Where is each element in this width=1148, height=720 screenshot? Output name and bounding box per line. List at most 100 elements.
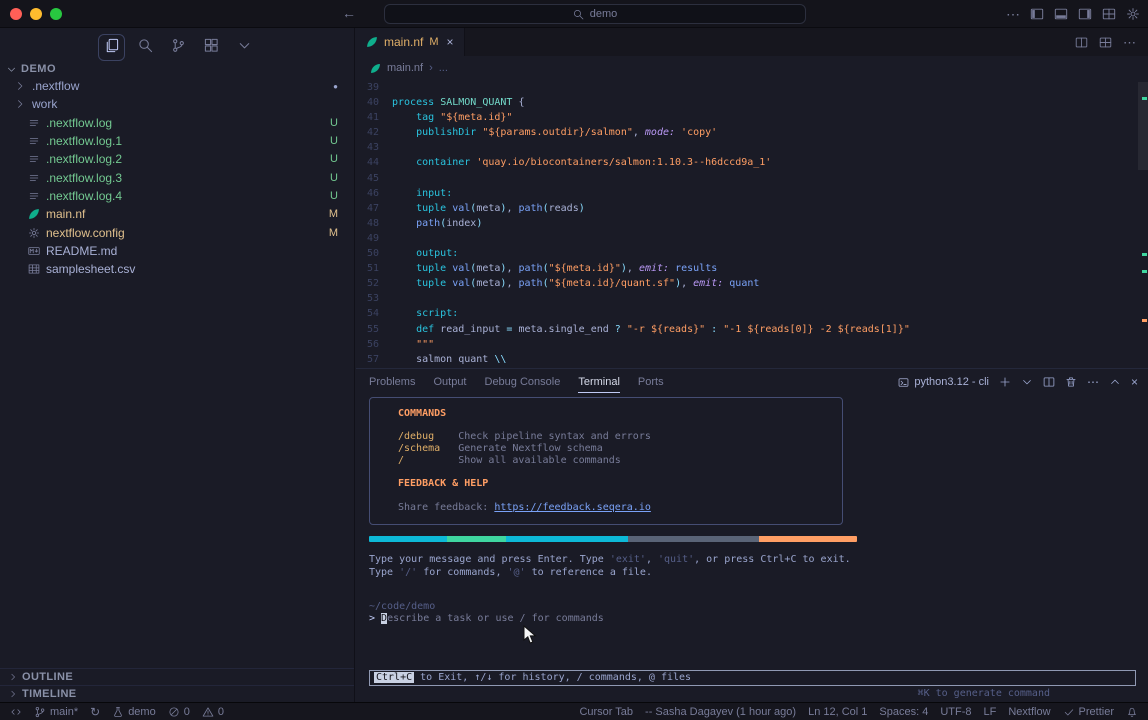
status-sync[interactable]: ↻ <box>90 706 100 718</box>
terminal-content[interactable]: COMMANDS /debug Check pipeline syntax an… <box>356 397 1148 699</box>
activity-source-control-button[interactable] <box>166 35 191 60</box>
code-editor[interactable]: 39 40process SALMON_QUANT {41 tag "${met… <box>356 80 1148 368</box>
status-remote[interactable] <box>10 706 22 718</box>
code-text: input: <box>392 186 452 201</box>
toggle-secondary-sidebar-icon[interactable] <box>1078 7 1092 21</box>
code-line-44[interactable]: 44 container 'quay.io/biocontainers/salm… <box>356 155 1148 170</box>
back-button[interactable]: ← <box>342 5 356 21</box>
editor-layout-icon[interactable] <box>1099 36 1112 49</box>
code-line-42[interactable]: 42 publishDir "${params.outdir}/salmon",… <box>356 125 1148 140</box>
explorer-item-.nextflow.log.1[interactable]: .nextflow.log.1U <box>0 132 354 150</box>
split-editor-icon[interactable] <box>1075 36 1088 49</box>
activity-extensions-button[interactable] <box>199 35 224 60</box>
close-panel-icon[interactable]: × <box>1131 376 1138 388</box>
explorer-item-.nextflow.log.2[interactable]: .nextflow.log.2U <box>0 150 354 168</box>
code-line-52[interactable]: 52 tuple val(meta), path("${meta.id}/qua… <box>356 276 1148 291</box>
code-line-57[interactable]: 57 salmon quant \\ <box>356 352 1148 367</box>
close-window-button[interactable] <box>10 8 22 20</box>
activity-more-button[interactable] <box>232 35 257 60</box>
code-line-40[interactable]: 40process SALMON_QUANT { <box>356 95 1148 110</box>
status-cursor-tab[interactable]: Cursor Tab <box>579 706 633 718</box>
panel-tab-terminal[interactable]: Terminal <box>578 371 620 393</box>
status-label: Nextflow <box>1008 706 1050 718</box>
toggle-sidebar-icon[interactable] <box>1030 7 1044 21</box>
explorer-item-.nextflow.log[interactable]: .nextflow.logU <box>0 114 354 132</box>
more-actions-icon[interactable]: ⋯ <box>1006 7 1020 21</box>
terminal-shortcut-bar[interactable]: Ctrl+C to Exit, ↑/↓ for history, / comma… <box>369 670 1136 686</box>
panel-tab-problems[interactable]: Problems <box>369 371 415 393</box>
code-line-51[interactable]: 51 tuple val(meta), path("${meta.id}"), … <box>356 261 1148 276</box>
code-line-53[interactable]: 53 <box>356 291 1148 306</box>
status-utf-8[interactable]: UTF-8 <box>940 706 971 718</box>
breadcrumb-file[interactable]: main.nf <box>387 62 423 74</box>
status-main[interactable]: main* <box>34 706 78 718</box>
explorer-item-.nextflow.log.4[interactable]: .nextflow.log.4U <box>0 187 354 205</box>
outline-section[interactable]: OUTLINE <box>0 668 354 685</box>
code-line-50[interactable]: 50 output: <box>356 246 1148 261</box>
explorer-item-work[interactable]: work <box>0 95 354 113</box>
panel-tab-debug-console[interactable]: Debug Console <box>485 371 561 393</box>
minimize-window-button[interactable] <box>30 8 42 20</box>
terminal-usage-line: Type '/' for commands, '@' to reference … <box>369 567 1136 579</box>
status-bell[interactable] <box>1126 706 1138 718</box>
code-line-56[interactable]: 56 """ <box>356 337 1148 352</box>
toggle-panel-icon[interactable] <box>1054 7 1068 21</box>
code-line-45[interactable]: 45 <box>356 171 1148 186</box>
code-text <box>392 231 398 246</box>
status-0[interactable]: 0 <box>168 706 190 718</box>
code-line-39[interactable]: 39 <box>356 80 1148 95</box>
maximize-panel-icon[interactable] <box>1109 376 1121 388</box>
tab-close-icon[interactable]: × <box>447 35 454 49</box>
breadcrumb[interactable]: main.nf › ... <box>356 56 1148 80</box>
timeline-section[interactable]: TIMELINE <box>0 685 354 702</box>
editor-more-icon[interactable]: ⋯ <box>1123 36 1136 49</box>
status-prettier[interactable]: Prettier <box>1063 706 1114 718</box>
editor-scrollbar[interactable] <box>1138 80 1148 368</box>
tab-main-nf[interactable]: main.nf M × <box>356 28 465 56</box>
code-line-41[interactable]: 41 tag "${meta.id}" <box>356 110 1148 125</box>
explorer-section-header[interactable]: DEMO <box>0 60 354 77</box>
explorer-item-main.nf[interactable]: main.nfM <box>0 205 354 223</box>
feedback-link[interactable]: https://feedback.seqera.io <box>494 502 651 513</box>
explorer-item-README.md[interactable]: README.md <box>0 242 354 260</box>
status-lf[interactable]: LF <box>984 706 997 718</box>
text-token: index <box>446 218 476 229</box>
settings-gear-icon[interactable] <box>1126 7 1140 21</box>
status-spaces-4[interactable]: Spaces: 4 <box>879 706 928 718</box>
status-nextflow[interactable]: Nextflow <box>1008 706 1050 718</box>
terminal-profile[interactable]: python3.12 - cli <box>898 376 989 388</box>
code-line-55[interactable]: 55 def read_input = meta.single_end ? "-… <box>356 322 1148 337</box>
explorer-item-nextflow.config[interactable]: nextflow.configM <box>0 223 354 241</box>
status-ln-12-col-1[interactable]: Ln 12, Col 1 <box>808 706 867 718</box>
code-line-46[interactable]: 46 input: <box>356 186 1148 201</box>
panel-tab-ports[interactable]: Ports <box>638 371 664 393</box>
explorer-item-.nextflow.log.3[interactable]: .nextflow.log.3U <box>0 168 354 186</box>
code-line-49[interactable]: 49 <box>356 231 1148 246</box>
editor-actions: ⋯ <box>1075 28 1148 56</box>
code-line-48[interactable]: 48 path(index) <box>356 216 1148 231</box>
status-0[interactable]: 0 <box>202 706 224 718</box>
panel-tab-output[interactable]: Output <box>433 371 466 393</box>
activity-explorer-button[interactable] <box>98 34 125 61</box>
code-line-47[interactable]: 47 tuple val(meta), path(reads) <box>356 201 1148 216</box>
status-sasha-dagayev-1-hour-ago[interactable]: -- Sasha Dagayev (1 hour ago) <box>645 706 796 718</box>
scrollbar-thumb[interactable] <box>1138 82 1148 170</box>
panel-more-icon[interactable]: ⋯ <box>1087 376 1099 388</box>
terminal-box-line: /schema Generate Nextflow schema <box>398 443 842 455</box>
terminal-prompt-input[interactable]: > Describe a task or use / for commands <box>369 613 1136 625</box>
kill-terminal-icon[interactable] <box>1065 376 1077 388</box>
zoom-window-button[interactable] <box>50 8 62 20</box>
git-status-badge: U <box>330 117 338 129</box>
code-line-54[interactable]: 54 script: <box>356 306 1148 321</box>
new-terminal-icon[interactable] <box>999 376 1011 388</box>
code-line-43[interactable]: 43 <box>356 140 1148 155</box>
split-terminal-icon[interactable] <box>1043 376 1055 388</box>
explorer-item-samplesheet.csv[interactable]: samplesheet.csv <box>0 260 354 278</box>
explorer-item-.nextflow[interactable]: .nextflow● <box>0 77 354 95</box>
activity-search-button[interactable] <box>133 35 158 60</box>
command-center[interactable]: demo <box>384 4 806 24</box>
status-demo[interactable]: demo <box>112 706 156 718</box>
breadcrumb-tail[interactable]: ... <box>439 62 448 74</box>
terminal-profile-dropdown-icon[interactable] <box>1021 376 1033 388</box>
customize-layout-icon[interactable] <box>1102 7 1116 21</box>
